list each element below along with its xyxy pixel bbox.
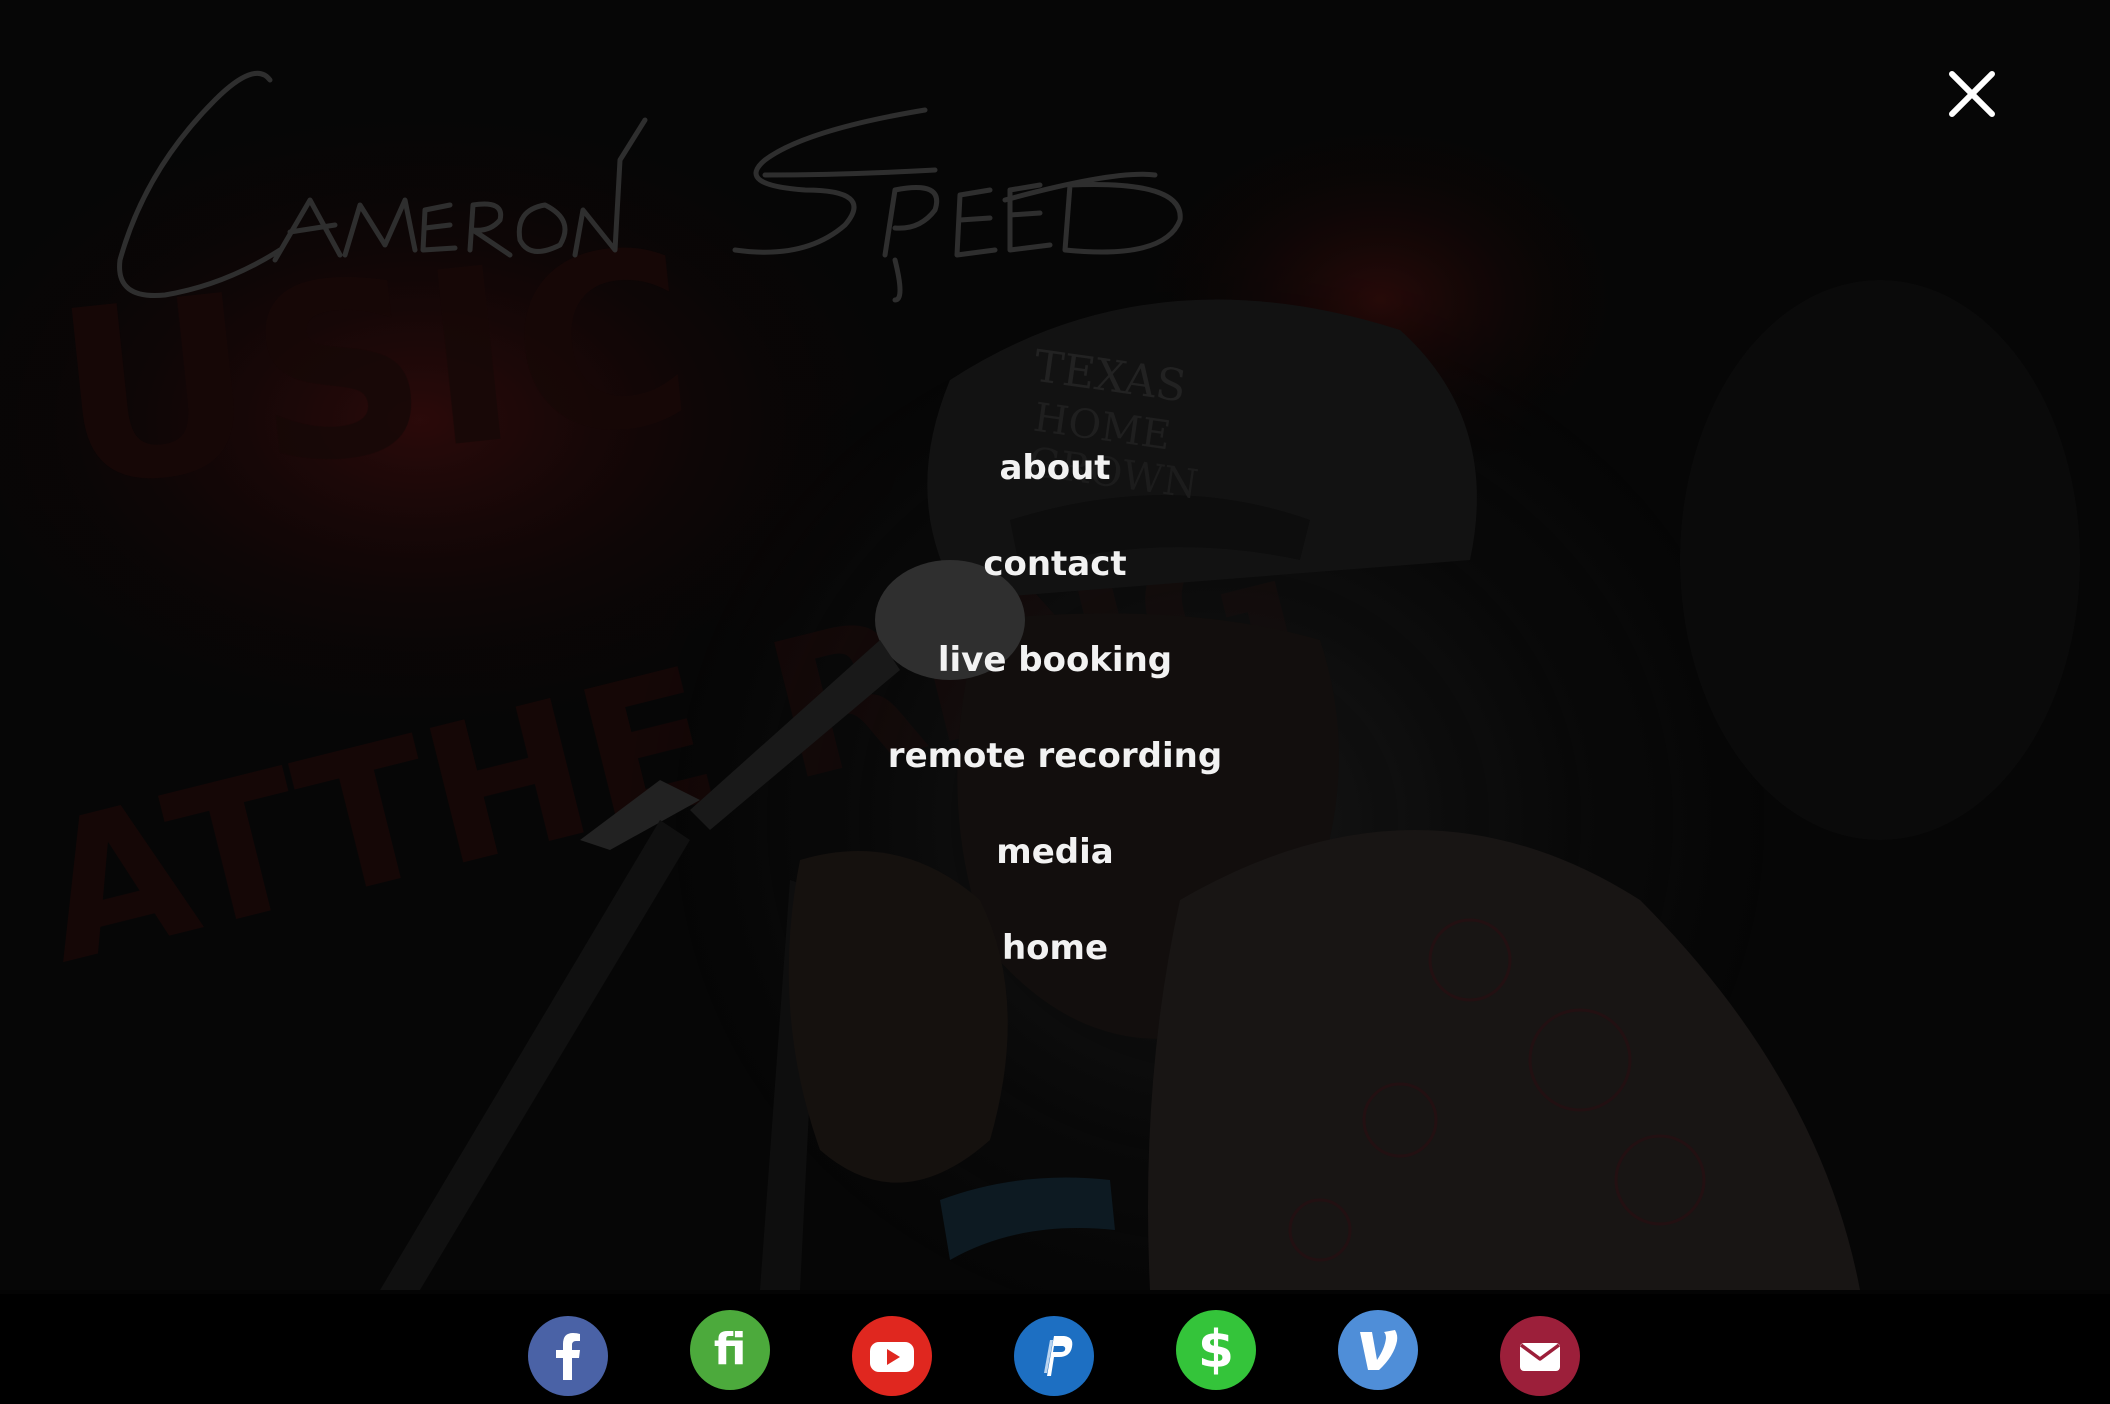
svg-text:$: $	[1198, 1320, 1234, 1380]
signature-logo[interactable]	[105, 60, 1245, 320]
menu-overlay-page: USIC ATTHE RING TEXAS HOME GROWN	[0, 0, 2110, 1404]
social-links: fi $	[528, 1308, 1588, 1396]
fi-link[interactable]: fi	[690, 1310, 770, 1390]
menu-item-contact[interactable]: contact	[983, 516, 1126, 612]
menu-item-media[interactable]: media	[996, 804, 1113, 900]
venmo-icon	[1360, 1330, 1398, 1370]
menu-item-live-booking[interactable]: live booking	[938, 612, 1172, 708]
cash-app-link[interactable]: $	[1176, 1310, 1256, 1390]
email-link[interactable]	[1500, 1316, 1580, 1396]
youtube-icon	[870, 1342, 914, 1372]
venmo-link[interactable]	[1338, 1310, 1418, 1390]
youtube-link[interactable]	[852, 1316, 932, 1396]
menu-item-home[interactable]: home	[1002, 900, 1108, 996]
menu-item-about[interactable]: about	[999, 420, 1110, 516]
email-icon	[1519, 1343, 1561, 1371]
main-menu: about contact live booking remote record…	[0, 420, 2110, 996]
fi-icon: fi	[714, 1324, 747, 1375]
svg-text:fi: fi	[714, 1324, 747, 1375]
paypal-link[interactable]	[1014, 1316, 1094, 1396]
close-icon	[1949, 71, 1995, 117]
close-button[interactable]	[1944, 66, 2000, 122]
paypal-icon	[1044, 1336, 1073, 1376]
facebook-icon	[556, 1333, 580, 1380]
cash-app-icon: $	[1198, 1320, 1234, 1380]
facebook-link[interactable]	[528, 1316, 608, 1396]
menu-item-remote-recording[interactable]: remote recording	[888, 708, 1222, 804]
